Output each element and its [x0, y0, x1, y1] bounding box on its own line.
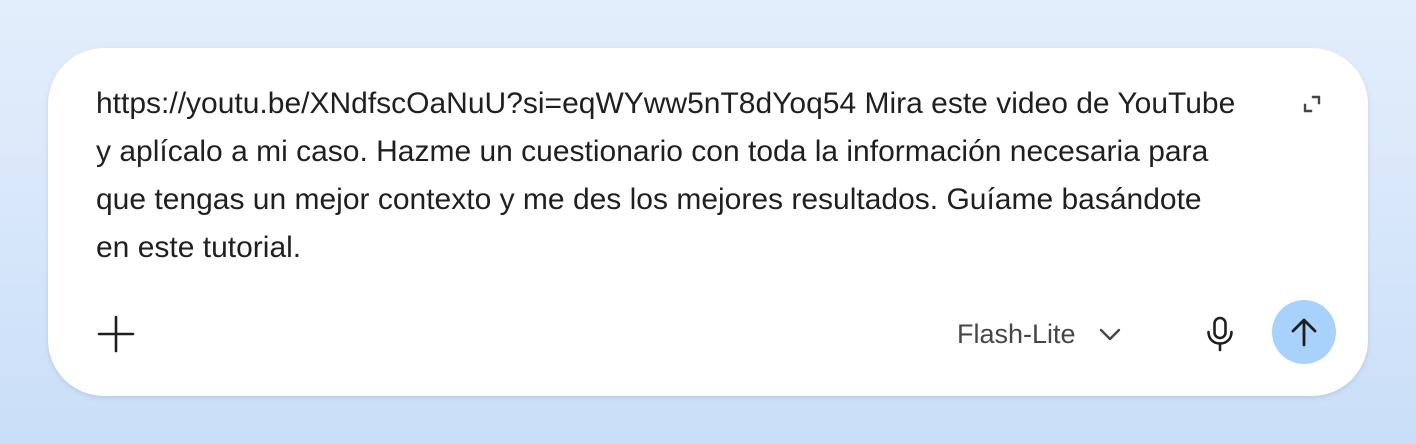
model-selector-label: Flash-Lite [957, 318, 1076, 349]
arrow-up-icon [1291, 318, 1317, 347]
expand-icon [1303, 95, 1321, 113]
plus-icon [97, 315, 135, 353]
prompt-composer: https://youtu.be/XNdfscOaNuU?si=eqWYww5n… [48, 48, 1368, 396]
expand-button[interactable] [1294, 86, 1330, 122]
microphone-button[interactable] [1196, 310, 1244, 358]
prompt-input[interactable]: https://youtu.be/XNdfscOaNuU?si=eqWYww5n… [96, 80, 1236, 272]
send-button[interactable] [1272, 300, 1336, 364]
model-selector[interactable]: Flash-Lite [944, 310, 1124, 358]
microphone-icon [1207, 316, 1233, 352]
add-attachment-button[interactable] [92, 310, 140, 358]
chevron-down-icon [1096, 320, 1124, 348]
